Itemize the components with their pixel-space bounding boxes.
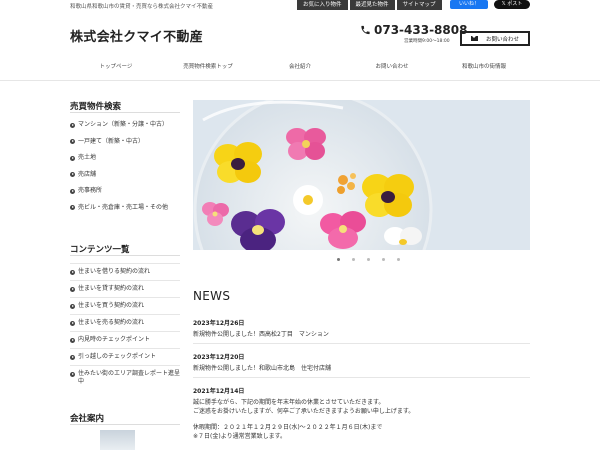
category-item-mansion[interactable]: マンション（新築・分譲・中古） (70, 121, 180, 138)
content-item-sell-flow[interactable]: 住まいを売る契約の流れ (70, 314, 180, 331)
slider-dot[interactable] (367, 258, 370, 261)
favorites-link[interactable]: お気に入り物件 (297, 0, 348, 10)
news-text[interactable]: 新規物件公開しました！西高松2丁目 マンション (193, 331, 530, 339)
news-item: 2023年12月20日 新規物件公開しました！和歌山市北島 住宅付店舗 (193, 352, 530, 373)
category-item-building[interactable]: 売ビル・売倉庫・売工場・その他 (70, 204, 180, 221)
mail-icon (470, 36, 478, 41)
news-text[interactable]: 新規物件公開しました！和歌山市北島 住宅付店舗 (193, 365, 530, 373)
nav-item-company[interactable]: 会社紹介 (254, 56, 346, 78)
category-item-house[interactable]: 一戸建て（新築・中古） (70, 138, 180, 155)
property-category-list: マンション（新築・分譲・中古） 一戸建て（新築・中古） 売土地 売店舗 売事務所… (70, 121, 180, 220)
content-item-buy-flow[interactable]: 住まいを買う契約の流れ (70, 297, 180, 314)
nav-item-top[interactable]: トップページ (70, 56, 162, 78)
content-item-rent-flow[interactable]: 住まいを借りる契約の流れ (70, 263, 180, 280)
arrow-bullet-icon (70, 155, 75, 161)
sale-search-heading: 売買物件検索 (70, 102, 122, 112)
nav-item-town-info[interactable]: 和歌山市の街情報 (438, 56, 530, 78)
business-hours: 営業時間9:00～18:00 (404, 39, 450, 44)
news-divider (193, 343, 530, 344)
content-item-area-report[interactable]: 住みたい街のエリア調査レポート進呈中 (70, 365, 180, 391)
news-text: 誠に勝手ながら、下記の期間を年末年始の休業とさせていただきます。 (193, 399, 385, 406)
company-building-image[interactable] (100, 430, 135, 450)
contents-list: 住まいを借りる契約の流れ 住まいを貸す契約の流れ 住まいを買う契約の流れ 住まい… (70, 263, 180, 391)
news-date: 2023年12月26日 (193, 320, 245, 327)
category-item-shop[interactable]: 売店舗 (70, 171, 180, 188)
site-tagline: 和歌山県和歌山市の賃貸・売買なら株式会社クマイ不動産 (70, 4, 214, 10)
content-item-viewing-checkpoints[interactable]: 内見時のチェックポイント (70, 331, 180, 348)
news-heading: NEWS (193, 289, 231, 303)
recently-viewed-link[interactable]: 最近見た物件 (349, 0, 395, 10)
news-text: ※７日(金)より通常営業致します。 (193, 433, 286, 440)
content-label: 住まいを借りる契約の流れ (78, 268, 151, 275)
content-label: 住まいを売る契約の流れ (78, 319, 145, 326)
phone-number[interactable]: 073-433-8808 (374, 23, 467, 37)
slider-dot[interactable] (337, 258, 340, 261)
arrow-bullet-icon (70, 286, 75, 292)
sidebar-divider (70, 424, 180, 425)
x-post-label: ポスト (507, 1, 523, 7)
category-label: 売土地 (78, 154, 97, 161)
slider-dot[interactable] (397, 258, 400, 261)
nav-divider (0, 80, 600, 81)
contents-heading: コンテンツ一覧 (70, 245, 130, 255)
facebook-like-button[interactable]: いいね！ (450, 0, 488, 9)
pressed-flowers-image (193, 100, 530, 250)
category-item-office[interactable]: 売事務所 (70, 187, 180, 204)
content-item-moving-checkpoints[interactable]: 引っ越しのチェックポイント (70, 348, 180, 365)
content-label: 内見時のチェックポイント (78, 336, 151, 343)
arrow-bullet-icon (70, 354, 75, 360)
news-item: 2023年12月26日 新規物件公開しました！西高松2丁目 マンション (193, 318, 530, 339)
arrow-bullet-icon (70, 269, 75, 275)
content-label: 住まいを買う契約の流れ (78, 302, 145, 309)
arrow-bullet-icon (70, 139, 75, 144)
news-text: 休暇期間：２０２１年１２月２９日(水)～２０２２年１月６日(木)まで (193, 424, 383, 431)
category-label: 売店舗 (78, 170, 97, 178)
content-label: 住まいを貸す契約の流れ (78, 285, 145, 292)
news-divider (193, 377, 530, 378)
news-item: 2021年12月14日 誠に勝手ながら、下記の期間を年末年始の休業とさせていただ… (193, 386, 530, 441)
contact-button-label: お問い合わせ (485, 36, 519, 43)
site-title[interactable]: 株式会社クマイ不動産 (70, 26, 203, 45)
category-label: 売事務所 (78, 187, 103, 194)
utility-links: お気に入り物件 最近見た物件 サイトマップ (297, 0, 444, 10)
sidebar-divider (70, 112, 180, 113)
category-label: マンション（新築・分譲・中古） (78, 121, 169, 128)
slider-dot[interactable] (352, 258, 355, 261)
nav-item-sale-search[interactable]: 売買物件検索トップ (162, 56, 254, 78)
content-label: 引っ越しのチェックポイント (78, 353, 157, 360)
arrow-bullet-icon (70, 371, 75, 377)
news-text: ご迷惑をお掛けいたしますが、何卒ご了承いただきますようお願い申し上げます。 (193, 408, 415, 415)
arrow-bullet-icon (70, 205, 75, 210)
top-bar: 和歌山県和歌山市の賃貸・売買なら株式会社クマイ不動産 お気に入り物件 最近見た物… (0, 0, 600, 12)
content-label: 住みたい街のエリア調査レポート進呈中 (78, 370, 181, 385)
news-date: 2023年12月20日 (193, 354, 245, 361)
category-label: 売ビル・売倉庫・売工場・その他 (78, 203, 169, 211)
contact-button[interactable]: お問い合わせ (460, 31, 530, 46)
arrow-bullet-icon (70, 337, 75, 343)
category-label: 一戸建て（新築・中古） (78, 137, 145, 145)
news-date: 2021年12月14日 (193, 388, 245, 395)
slider-dots (337, 258, 412, 261)
slider-dot[interactable] (382, 258, 385, 261)
arrow-bullet-icon (70, 320, 75, 326)
facebook-like-label: いいね！ (458, 1, 479, 7)
phone-block: 073-433-8808 (360, 23, 467, 37)
company-heading: 会社案内 (70, 414, 105, 424)
sitemap-link[interactable]: サイトマップ (396, 0, 442, 10)
nav-item-contact[interactable]: お問い合わせ (346, 56, 438, 78)
content-item-lease-flow[interactable]: 住まいを貸す契約の流れ (70, 280, 180, 297)
main-nav: トップページ 売買物件検索トップ 会社紹介 お問い合わせ 和歌山市の街情報 (70, 56, 530, 78)
category-item-land[interactable]: 売土地 (70, 154, 180, 171)
phone-icon (361, 25, 370, 35)
arrow-bullet-icon (70, 172, 75, 177)
arrow-bullet-icon (70, 188, 75, 194)
hero-slider-image[interactable] (193, 100, 530, 250)
arrow-bullet-icon (70, 303, 75, 309)
arrow-bullet-icon (70, 122, 75, 128)
sidebar-divider (70, 255, 180, 256)
x-post-button[interactable]: 𝕏 ポスト (494, 0, 530, 9)
